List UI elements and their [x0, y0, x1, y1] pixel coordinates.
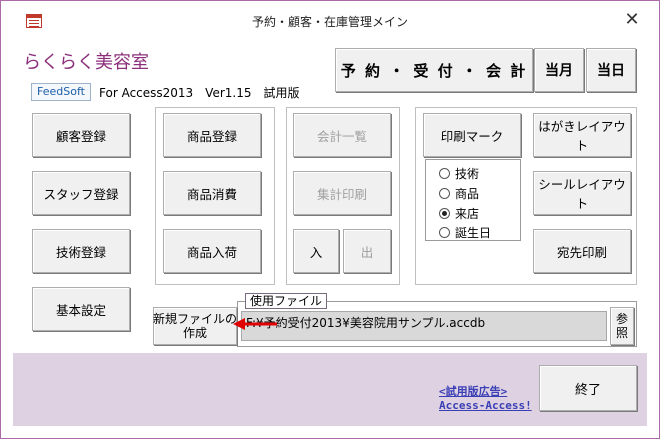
- window-title: 予約・顧客・在庫管理メイン: [251, 15, 408, 29]
- radio-dot[interactable]: [439, 168, 450, 179]
- cash-out-button[interactable]: 出: [343, 229, 391, 273]
- cash-in-button[interactable]: 入: [293, 229, 339, 273]
- browse-button[interactable]: 参 照: [610, 307, 634, 345]
- radio-label: 誕生日: [455, 226, 492, 240]
- reservation-checkout-button[interactable]: 予 約 ・ 受 付 ・ 会 計: [335, 48, 533, 92]
- print-mark-button[interactable]: 印刷マーク: [423, 113, 521, 157]
- basic-settings-button[interactable]: 基本設定: [32, 287, 130, 331]
- app-brand-title: らくらく美容室: [23, 52, 149, 73]
- accounting-list-button[interactable]: 会計一覧: [293, 113, 391, 157]
- radio-label: 来店: [455, 207, 480, 221]
- product-consume-button[interactable]: 商品消費: [163, 171, 261, 215]
- product-arrival-button[interactable]: 商品入荷: [163, 229, 261, 273]
- seal-layout-button[interactable]: シールレイアウト: [533, 171, 631, 215]
- version-label: For Access2013 Ver1.15 試用版: [99, 86, 300, 100]
- file-label: 使用ファイル: [245, 293, 328, 309]
- radio-label: 技術: [455, 167, 480, 181]
- staff-register-button[interactable]: スタッフ登録: [32, 171, 130, 215]
- technique-register-button[interactable]: 技術登録: [32, 229, 130, 273]
- summary-print-button[interactable]: 集計印刷: [293, 171, 391, 215]
- postcard-layout-button[interactable]: はがきレイアウト: [533, 113, 631, 157]
- address-print-button[interactable]: 宛先印刷: [533, 229, 631, 273]
- new-file-button[interactable]: 新規ファイルの 作成: [153, 307, 237, 345]
- product-register-button[interactable]: 商品登録: [163, 113, 261, 157]
- file-path-field[interactable]: F:¥予約受付2013¥美容院用サンプル.accdb: [241, 311, 607, 341]
- customer-register-button[interactable]: 顧客登録: [32, 113, 130, 157]
- access-access-link[interactable]: Access-Access!: [439, 399, 532, 412]
- today-button[interactable]: 当日: [586, 48, 636, 92]
- radio-visit[interactable]: 来店: [439, 205, 479, 222]
- this-month-button[interactable]: 当月: [534, 48, 584, 92]
- red-arrow-icon: [233, 318, 277, 330]
- trial-ad-link[interactable]: <試用版広告>: [439, 383, 507, 399]
- radio-dot[interactable]: [439, 227, 450, 238]
- radio-product[interactable]: 商品: [439, 185, 479, 202]
- radio-birthday[interactable]: 誕生日: [439, 224, 491, 241]
- title-bar: 予約・顧客・在庫管理メイン ✕: [1, 1, 659, 41]
- feedsoft-logo[interactable]: FeedSoft: [31, 83, 91, 101]
- close-icon[interactable]: ✕: [621, 9, 643, 31]
- radio-dot[interactable]: [439, 188, 450, 199]
- main-window: 予約・顧客・在庫管理メイン ✕ らくらく美容室 FeedSoft For Acc…: [0, 0, 660, 439]
- exit-button[interactable]: 終了: [539, 365, 637, 411]
- radio-dot-selected[interactable]: [439, 208, 450, 219]
- radio-technique[interactable]: 技術: [439, 165, 479, 182]
- radio-label: 商品: [455, 187, 480, 201]
